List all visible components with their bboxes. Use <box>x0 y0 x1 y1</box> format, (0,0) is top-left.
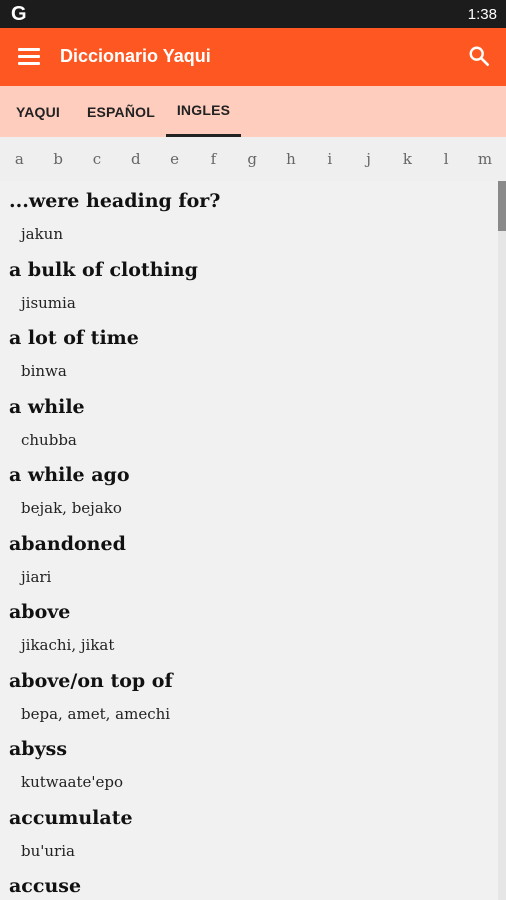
letter-f[interactable]: f <box>194 150 233 168</box>
entry-term: above <box>9 601 71 623</box>
list-item[interactable]: a while ago bejak, bejako <box>0 455 498 524</box>
entry-term: above/on top of <box>9 669 173 692</box>
entry-translation: jakun <box>21 225 64 243</box>
entry-term: ...were heading for? <box>9 190 221 212</box>
letter-g[interactable]: g <box>233 150 272 168</box>
app-bar: Diccionario Yaqui <box>0 28 506 86</box>
letter-l[interactable]: l <box>427 150 466 168</box>
scrollbar-track[interactable] <box>498 181 506 900</box>
entry-translation: jiari <box>21 567 52 586</box>
entry-translation: chubba <box>21 430 77 449</box>
letter-a[interactable]: a <box>0 150 39 168</box>
entry-term: a bulk of clothing <box>9 258 198 281</box>
list-item[interactable]: above jikachi, jikat <box>0 592 498 661</box>
entry-term: accuse <box>9 875 82 897</box>
letter-h[interactable]: h <box>272 150 311 168</box>
scrollbar-thumb[interactable] <box>498 181 506 231</box>
search-icon[interactable] <box>468 45 490 67</box>
entry-translation: binwa <box>21 362 67 380</box>
list-item[interactable]: ...were heading for? jakun <box>0 181 498 250</box>
list-item[interactable]: a lot of time binwa <box>0 318 498 387</box>
status-bar: G 1:38 <box>0 0 506 28</box>
entry-translation: kutwaate'epo <box>21 773 124 791</box>
entry-term: a while <box>9 395 85 418</box>
entry-translation: jikachi, jikat <box>21 636 115 654</box>
list-item[interactable]: a bulk of clothing jisumia <box>0 250 498 319</box>
letter-j[interactable]: j <box>349 150 388 168</box>
letter-d[interactable]: d <box>116 150 155 168</box>
app-title: Diccionario Yaqui <box>60 46 211 66</box>
entry-translation: bejak, bejako <box>21 499 122 517</box>
alphabet-bar: a b c d e f g h i j k l m <box>0 137 506 181</box>
letter-i[interactable]: i <box>310 150 349 168</box>
entry-translation: bu'uria <box>21 841 75 860</box>
tab-ingles[interactable]: INGLES <box>166 86 241 137</box>
hamburger-menu-icon[interactable] <box>18 48 40 66</box>
list-item[interactable]: abyss kutwaate'epo <box>0 729 498 798</box>
tab-yaqui[interactable]: YAQUI <box>0 86 76 137</box>
tab-espanol[interactable]: ESPAÑOL <box>76 86 166 137</box>
status-time: 1:38 <box>467 6 497 23</box>
dictionary-list[interactable]: ...were heading for? jakun a bulk of clo… <box>0 181 498 900</box>
letter-b[interactable]: b <box>39 150 78 168</box>
list-item[interactable]: a while chubba <box>0 387 498 456</box>
tab-bar: YAQUI ESPAÑOL INGLES <box>0 86 506 137</box>
list-item[interactable]: abandoned jiari <box>0 524 498 593</box>
entry-translation: jisumia <box>21 293 76 312</box>
list-item[interactable]: accuse <box>0 866 498 900</box>
letter-e[interactable]: e <box>155 150 194 168</box>
letter-m[interactable]: m <box>466 150 505 168</box>
entry-term: a while ago <box>9 464 130 486</box>
google-icon: G <box>11 3 27 25</box>
letter-c[interactable]: c <box>78 150 117 168</box>
entry-term: a lot of time <box>9 327 139 349</box>
list-item[interactable]: accumulate bu'uria <box>0 798 498 867</box>
entry-translation: bepa, amet, amechi <box>21 704 171 723</box>
entry-term: abyss <box>9 738 68 760</box>
list-item[interactable]: above/on top of bepa, amet, amechi <box>0 661 498 730</box>
entry-term: accumulate <box>9 806 133 829</box>
entry-term: abandoned <box>9 532 126 555</box>
letter-k[interactable]: k <box>388 150 427 168</box>
